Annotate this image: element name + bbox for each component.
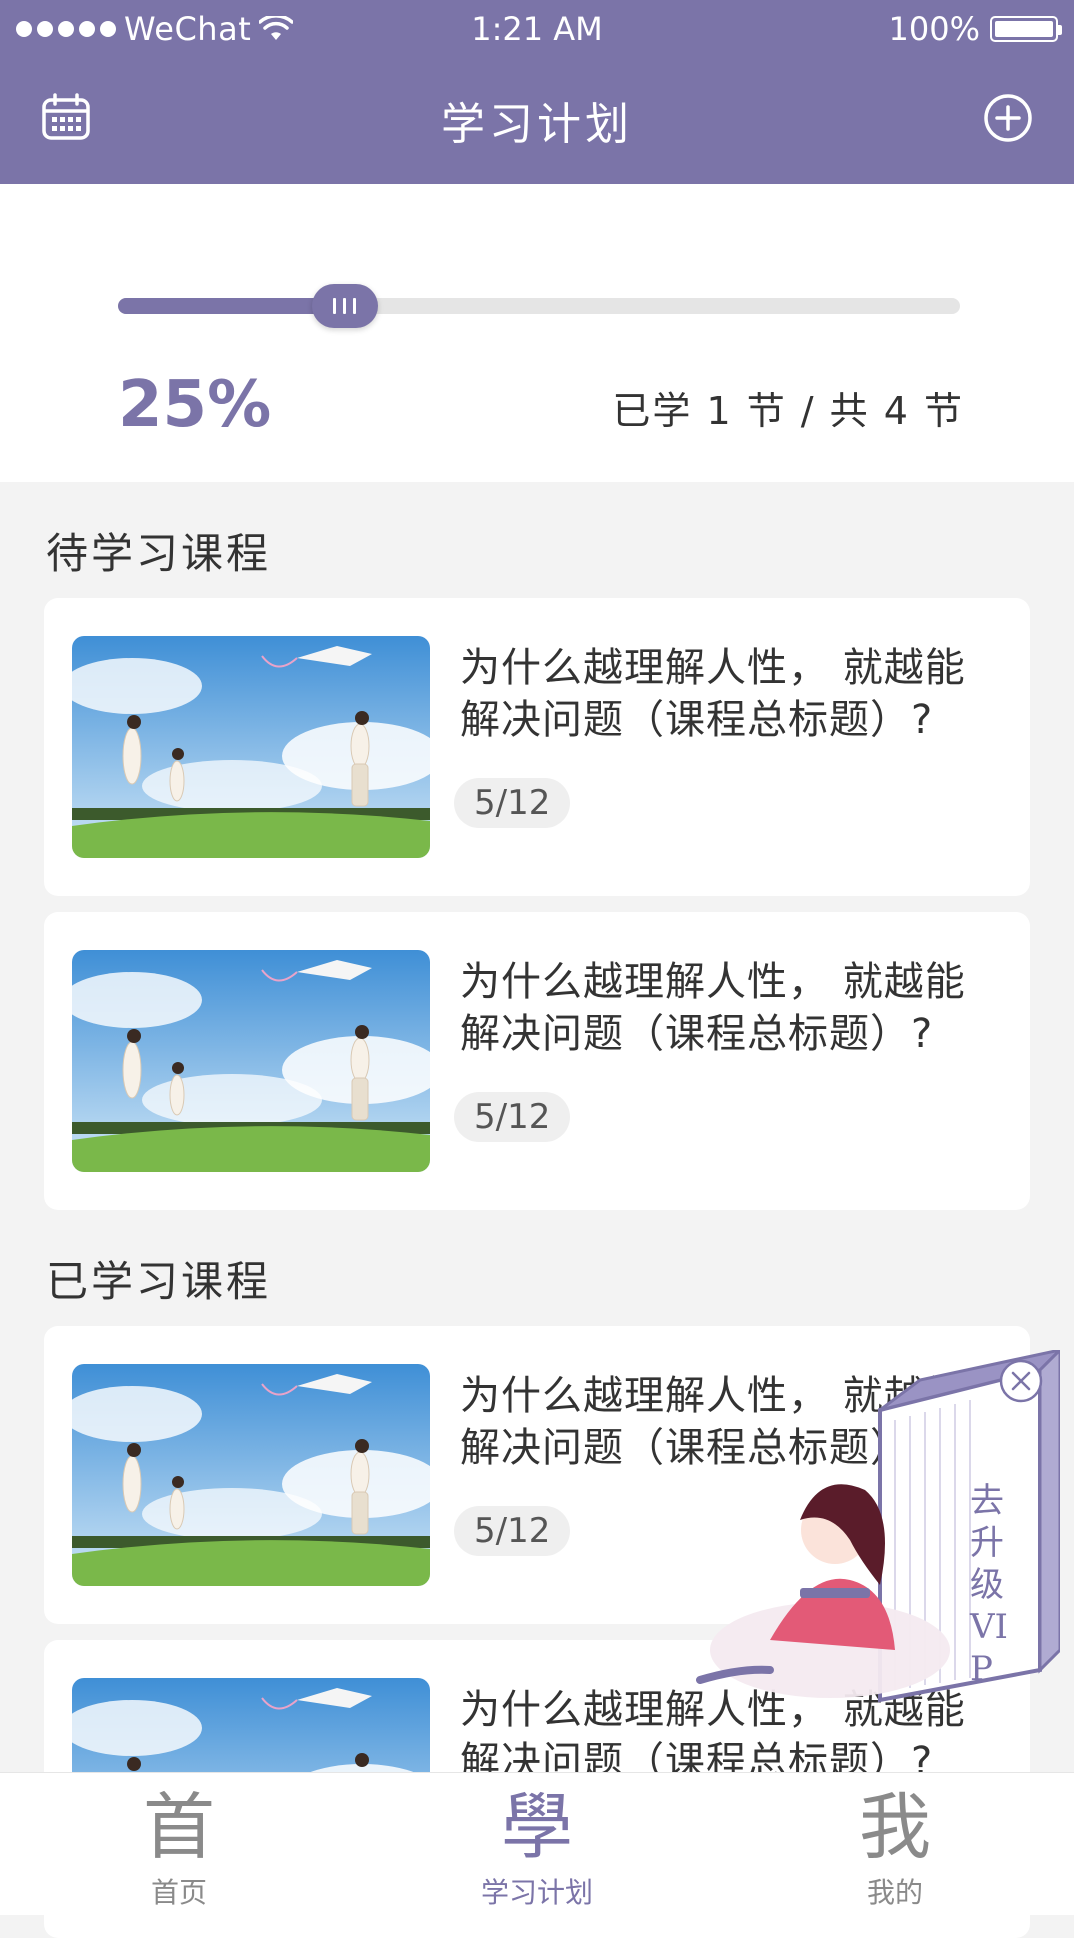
- progress-handle[interactable]: [311, 284, 378, 328]
- course-title: 为什么越理解人性， 就越能解决问题（课程总标题）?: [460, 645, 966, 743]
- course-progress-badge: 5/12: [454, 1506, 571, 1556]
- section-title-pending: 待学习课程: [46, 529, 272, 578]
- battery-area: 100%: [888, 10, 1062, 48]
- course-thumbnail: [72, 950, 430, 1172]
- course-thumbnail: [72, 1364, 430, 1586]
- top-bar: WeChat 1:21 AM 100% 学习计划: [0, 0, 1074, 184]
- tab-label: 我的: [866, 1876, 923, 1909]
- study-icon: 學: [500, 1785, 573, 1869]
- battery-percent: 100%: [888, 10, 980, 48]
- vip-label: 去升级VIP: [970, 1481, 1008, 1689]
- course-card[interactable]: 为什么越理解人性， 就越能解决问题（课程总标题）? 5/12: [44, 912, 1030, 1210]
- tab-study-plan[interactable]: 學 学习计划: [358, 1773, 716, 1915]
- course-card[interactable]: 为什么越理解人性， 就越能解决问题（课程总标题）? 5/12: [44, 598, 1030, 896]
- studied-count: 已学 1 节 / 共 4 节: [612, 389, 964, 433]
- plus-circle-icon[interactable]: [982, 92, 1034, 144]
- profile-icon: 我: [858, 1785, 931, 1869]
- vip-promo[interactable]: 去升级VIP: [680, 1346, 1065, 1710]
- progress-fill: [118, 298, 345, 314]
- tab-bar: 首 首页 學 学习计划 我 我的: [0, 1772, 1074, 1915]
- close-circle-icon[interactable]: [998, 1358, 1044, 1404]
- battery-icon: [990, 16, 1062, 42]
- tab-label: 学习计划: [480, 1876, 593, 1909]
- page-title: 学习计划: [441, 99, 633, 150]
- progress-panel: 25% 已学 1 节 / 共 4 节: [0, 184, 1074, 482]
- status-bar: WeChat 1:21 AM 100%: [0, 0, 1074, 56]
- section-title-studied: 已学习课程: [46, 1257, 272, 1306]
- course-thumbnail: [72, 636, 430, 858]
- course-progress-badge: 5/12: [454, 778, 571, 828]
- progress-track: [118, 284, 960, 328]
- progress-percent: 25%: [118, 368, 272, 442]
- tab-mine[interactable]: 我 我的: [716, 1773, 1074, 1915]
- tab-label: 首页: [150, 1876, 207, 1909]
- home-icon: 首: [142, 1785, 215, 1869]
- course-title: 为什么越理解人性， 就越能解决问题（课程总标题）?: [460, 959, 966, 1057]
- tab-home[interactable]: 首 首页: [0, 1773, 358, 1915]
- course-progress-badge: 5/12: [454, 1092, 571, 1142]
